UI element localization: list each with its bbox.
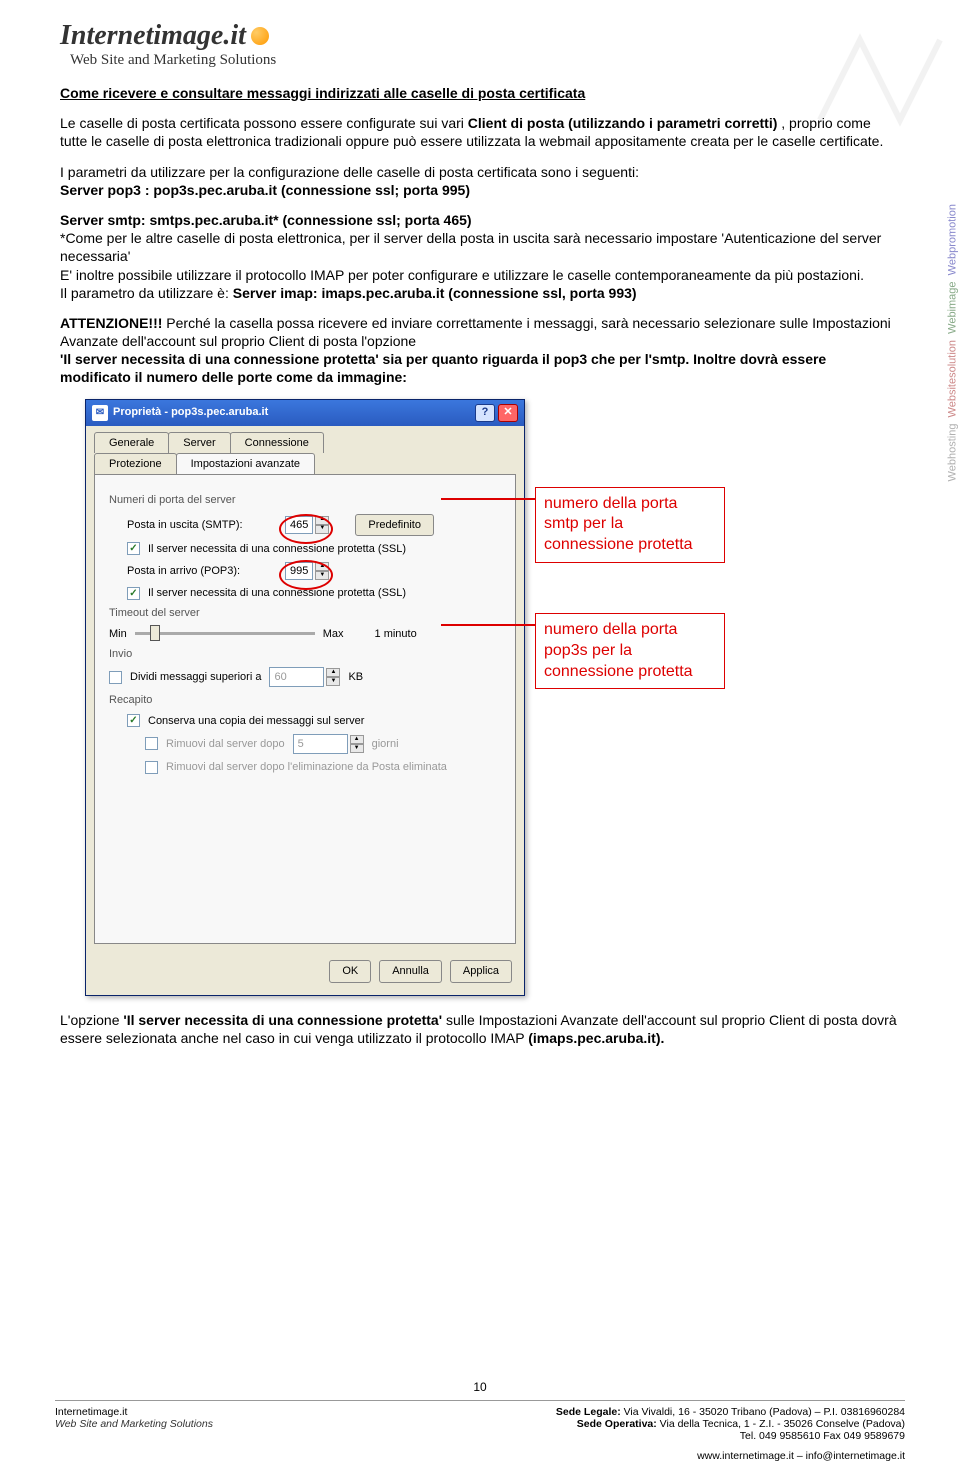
footer-left: Internetimage.it Web Site and Marketing … <box>55 1406 213 1462</box>
smtp-spinner[interactable]: ▲▼ <box>315 516 329 534</box>
label-smtp: Posta in uscita (SMTP): <box>127 518 277 532</box>
input-remove-days[interactable]: 5 <box>293 734 348 754</box>
logo-tagline: Web Site and Marketing Solutions <box>70 52 276 69</box>
logo-dot-icon <box>251 27 269 45</box>
dialog-titlebar[interactable]: ✉ Proprietà - pop3s.pec.aruba.it ? ✕ <box>86 400 524 426</box>
section-delivery: Recapito <box>109 693 501 707</box>
logo: Internetimage.it Web Site and Marketing … <box>60 20 900 69</box>
article-body: Webhosting Websitesolution Webimage Webp… <box>60 84 900 1047</box>
label-remove-after: Rimuovi dal server dopo <box>166 737 285 751</box>
ok-button[interactable]: OK <box>329 960 371 982</box>
label-ssl-out: Il server necessita di una connessione p… <box>148 542 406 556</box>
days-spinner[interactable]: ▲▼ <box>350 735 364 753</box>
paragraph-1: Le caselle di posta certificata possono … <box>60 114 900 150</box>
tab-server[interactable]: Server <box>168 432 230 453</box>
label-min: Min <box>109 627 127 641</box>
tab-panel-avanzate: Numeri di porta del server Posta in usci… <box>94 474 516 944</box>
paragraph-2: I parametri da utilizzare per la configu… <box>60 163 900 199</box>
checkbox-remove-deleted[interactable] <box>145 761 158 774</box>
section-ports: Numeri di porta del server <box>109 493 501 507</box>
callout-pop3: numero della porta pop3s per la connessi… <box>535 613 725 689</box>
label-kb: KB <box>348 670 363 684</box>
tab-protezione[interactable]: Protezione <box>94 453 177 474</box>
footer-right: Sede Legale: Via Vivaldi, 16 - 35020 Tri… <box>556 1406 905 1462</box>
tab-connessione[interactable]: Connessione <box>230 432 324 453</box>
label-keep-copy: Conserva una copia dei messaggi sul serv… <box>148 714 364 728</box>
label-ssl-in: Il server necessita di una connessione p… <box>148 586 406 600</box>
vertical-keywords: Webhosting Websitesolution Webimage Webp… <box>945 204 959 481</box>
tab-avanzate[interactable]: Impostazioni avanzate <box>176 453 315 474</box>
checkbox-remove-after[interactable] <box>145 737 158 750</box>
logo-text: Internetimage.it <box>60 20 246 52</box>
label-remove-deleted: Rimuovi dal server dopo l'eliminazione d… <box>166 760 447 774</box>
timeout-slider[interactable] <box>135 632 315 635</box>
paragraph-3: Server smtp: smtps.pec.aruba.it* (connes… <box>60 211 900 302</box>
article-title: Come ricevere e consultare messaggi indi… <box>60 84 900 102</box>
annotation-callouts: numero della porta smtp per la connessio… <box>535 399 725 996</box>
cancel-button[interactable]: Annulla <box>379 960 442 982</box>
page-footer: 10 Internetimage.it Web Site and Marketi… <box>0 1380 960 1462</box>
properties-dialog: ✉ Proprietà - pop3s.pec.aruba.it ? ✕ Gen… <box>85 399 525 996</box>
help-button[interactable]: ? <box>475 404 495 422</box>
dialog-title: Proprietà - pop3s.pec.aruba.it <box>113 405 472 419</box>
label-split: Dividi messaggi superiori a <box>130 670 261 684</box>
dialog-footer: OK Annulla Applica <box>86 952 524 994</box>
dialog-figure: ✉ Proprietà - pop3s.pec.aruba.it ? ✕ Gen… <box>85 399 900 996</box>
paragraph-4: ATTENZIONE!!! Perché la casella possa ri… <box>60 314 900 387</box>
input-smtp-port[interactable]: 465 <box>285 516 313 534</box>
timeout-value: 1 minuto <box>375 627 417 641</box>
apply-button[interactable]: Applica <box>450 960 512 982</box>
label-max: Max <box>323 627 344 641</box>
section-timeout: Timeout del server <box>109 606 501 620</box>
checkbox-ssl-out[interactable]: ✓ <box>127 542 140 555</box>
section-send: Invio <box>109 647 501 661</box>
split-spinner[interactable]: ▲▼ <box>326 668 340 686</box>
label-days: giorni <box>372 737 399 751</box>
checkbox-ssl-in[interactable]: ✓ <box>127 587 140 600</box>
close-button[interactable]: ✕ <box>498 404 518 422</box>
paragraph-5: L'opzione 'Il server necessita di una co… <box>60 1011 900 1047</box>
window-icon: ✉ <box>92 405 108 421</box>
tabs-row-2: Protezione Impostazioni avanzate <box>86 453 524 474</box>
tabs-row-1: Generale Server Connessione <box>86 426 524 453</box>
pop3-spinner[interactable]: ▲▼ <box>315 562 329 580</box>
label-pop3: Posta in arrivo (POP3): <box>127 564 277 578</box>
tab-generale[interactable]: Generale <box>94 432 169 453</box>
input-pop3-port[interactable]: 995 <box>285 562 313 580</box>
page-number: 10 <box>55 1380 905 1394</box>
checkbox-split[interactable] <box>109 671 122 684</box>
callout-smtp: numero della porta smtp per la connessio… <box>535 487 725 563</box>
checkbox-keep-copy[interactable]: ✓ <box>127 714 140 727</box>
input-split-size[interactable]: 60 <box>269 667 324 687</box>
default-button[interactable]: Predefinito <box>355 514 434 536</box>
